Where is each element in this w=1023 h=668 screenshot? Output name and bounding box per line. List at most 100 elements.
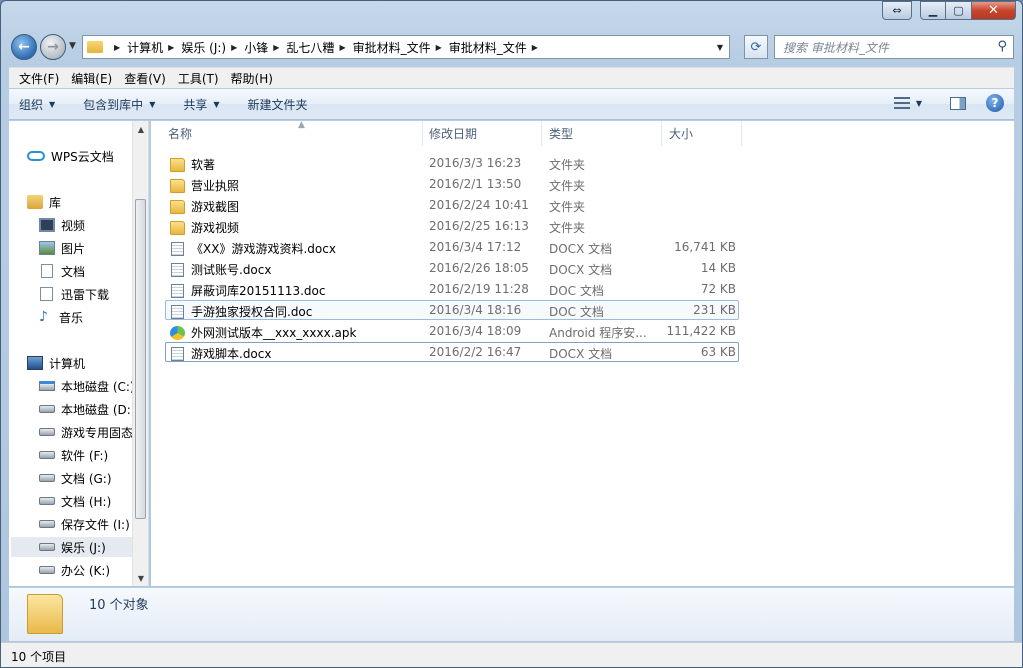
file-row[interactable]: 《XX》游戏游戏资料.docx 2016/3/4 17:12 DOCX 文档 1… xyxy=(165,237,739,257)
breadcrumb-current[interactable]: 审批材料_文件 xyxy=(449,39,527,56)
menu-file[interactable]: 文件(F) xyxy=(13,70,65,87)
recent-pages-dropdown[interactable]: ▼ xyxy=(69,41,79,51)
file-type: DOCX 文档 xyxy=(549,263,613,277)
menu-view[interactable]: 查看(V) xyxy=(118,70,172,87)
help-icon[interactable]: ? xyxy=(986,94,1004,112)
column-header-date[interactable]: 修改日期 xyxy=(422,121,542,146)
file-date: 2016/3/3 16:23 xyxy=(429,156,522,170)
nav-label: 计算机 xyxy=(49,356,86,371)
nav-item-music[interactable]: ♪ 音乐 xyxy=(39,307,132,327)
refresh-button[interactable]: ⟳ xyxy=(744,35,768,59)
nav-item-drive-f[interactable]: 软件 (F:) xyxy=(39,445,132,465)
file-row[interactable]: 游戏视频 2016/2/25 16:13 文件夹 xyxy=(165,216,739,236)
file-row[interactable]: 营业执照 2016/2/1 13:50 文件夹 xyxy=(165,174,739,194)
breadcrumb-computer[interactable]: 计算机 xyxy=(127,39,163,56)
command-bar: 组织 ▼ 包含到库中 ▼ 共享 ▼ 新建文件夹 ▼ ? xyxy=(9,89,1014,120)
column-header-type[interactable]: 类型 xyxy=(542,121,662,146)
minimize-button[interactable]: ▁ xyxy=(920,1,946,20)
menu-tools[interactable]: 工具(T) xyxy=(172,70,225,87)
back-button[interactable]: ← xyxy=(11,34,37,60)
view-dropdown-icon[interactable]: ▼ xyxy=(916,99,922,108)
drive-icon xyxy=(39,428,55,436)
organize-button[interactable]: 组织 ▼ xyxy=(19,96,55,113)
include-library-button[interactable]: 包含到库中 ▼ xyxy=(83,96,155,113)
nav-item-pictures[interactable]: 图片 xyxy=(39,238,132,258)
file-row[interactable]: 游戏截图 2016/2/24 10:41 文件夹 xyxy=(165,195,739,215)
folder-icon xyxy=(170,199,185,214)
drive-icon xyxy=(39,405,55,413)
doc-icon xyxy=(171,304,184,319)
library-icon xyxy=(27,195,43,209)
file-date: 2016/3/4 18:09 xyxy=(429,324,522,338)
nav-item-libraries[interactable]: 库 xyxy=(27,192,132,212)
nav-label: 库 xyxy=(49,195,62,210)
folder-icon xyxy=(170,178,185,193)
nav-item-documents[interactable]: 文档 xyxy=(39,261,132,281)
nav-item-drive-c[interactable]: 本地磁盘 (C:) xyxy=(39,376,132,396)
chevron-right-icon[interactable]: ▶ xyxy=(532,43,538,52)
search-icon[interactable]: ⚲ xyxy=(997,39,1007,54)
chevron-right-icon[interactable]: ▶ xyxy=(339,43,345,52)
chevron-right-icon[interactable]: ▶ xyxy=(114,43,120,52)
nav-item-drive-i[interactable]: 保存文件 (I:) xyxy=(39,514,132,534)
scroll-up-icon[interactable]: ▲ xyxy=(133,121,148,137)
file-row[interactable]: 软著 2016/3/3 16:23 文件夹 xyxy=(165,153,739,173)
maximize-button[interactable]: ▢ xyxy=(946,1,972,20)
file-date: 2016/2/24 10:41 xyxy=(429,198,529,212)
breadcrumb-misc[interactable]: 乱七八糟 xyxy=(286,39,334,56)
chevron-right-icon[interactable]: ▶ xyxy=(231,43,237,52)
breadcrumb-drive[interactable]: 娱乐 (J:) xyxy=(181,39,226,56)
file-row[interactable]: 测试账号.docx 2016/2/26 18:05 DOCX 文档 14 KB xyxy=(165,258,739,278)
address-bar[interactable]: ▶ 计算机 ▶ 娱乐 (J:) ▶ 小锋 ▶ 乱七八糟 ▶ 审批材料_文件 ▶ 审批材料_文… xyxy=(82,35,730,59)
nav-item-drive-e[interactable]: 游戏专用固态 xyxy=(39,422,132,442)
address-dropdown-icon[interactable]: ▼ xyxy=(711,36,729,58)
nav-item-video[interactable]: 视频 xyxy=(39,215,132,235)
file-name: 游戏脚本.docx xyxy=(191,347,272,361)
nav-scrollbar[interactable]: ▲ ▼ xyxy=(132,121,148,586)
forward-button[interactable]: → xyxy=(40,34,66,60)
nav-item-computer[interactable]: 计算机 xyxy=(27,353,132,373)
nav-item-drive-k[interactable]: 办公 (K:) xyxy=(39,560,132,580)
share-button[interactable]: 共享 ▼ xyxy=(183,96,219,113)
address-row: ← → ▼ ▶ 计算机 ▶ 娱乐 (J:) ▶ 小锋 ▶ 乱七八糟 ▶ 审批材料_文件 ▶… xyxy=(9,32,1014,62)
file-size: 16,741 KB xyxy=(674,240,736,254)
file-type: DOCX 文档 xyxy=(549,347,613,361)
column-header-name[interactable]: 名称 ▲ xyxy=(161,120,423,146)
column-header-size[interactable]: 大小 xyxy=(662,121,742,146)
chevron-right-icon[interactable]: ▶ xyxy=(436,43,442,52)
column-label: 大小 xyxy=(669,127,694,141)
file-type: 文件夹 xyxy=(549,200,586,214)
preview-pane-icon[interactable] xyxy=(950,96,966,110)
column-label: 修改日期 xyxy=(429,127,478,141)
view-options-icon[interactable] xyxy=(893,97,910,109)
breadcrumb-user[interactable]: 小锋 xyxy=(244,39,268,56)
nav-item-drive-h[interactable]: 文档 (H:) xyxy=(39,491,132,511)
breadcrumb-folder[interactable]: 审批材料_文件 xyxy=(353,39,431,56)
file-row-hovered[interactable]: 手游独家授权合同.doc 2016/3/4 18:16 DOC 文档 231 K… xyxy=(165,300,739,320)
menu-edit[interactable]: 编辑(E) xyxy=(65,70,118,87)
status-bar: 10 个项目 xyxy=(1,642,1022,667)
chevron-right-icon[interactable]: ▶ xyxy=(273,43,279,52)
menu-help[interactable]: 帮助(H) xyxy=(225,70,279,87)
docx-icon xyxy=(171,346,184,361)
nav-item-drive-j[interactable]: 娱乐 (J:) xyxy=(11,537,132,557)
video-icon xyxy=(39,218,55,232)
new-folder-button[interactable]: 新建文件夹 xyxy=(248,96,308,113)
nav-item-wps-cloud[interactable]: WPS云文档 xyxy=(27,146,132,166)
chevron-right-icon[interactable]: ▶ xyxy=(168,43,174,52)
scroll-down-icon[interactable]: ▼ xyxy=(133,570,148,586)
file-row[interactable]: 外网测试版本__xxx_xxxx.apk 2016/3/4 18:09 Andr… xyxy=(165,321,739,341)
search-input[interactable]: 搜索 审批材料_文件 ⚲ xyxy=(774,35,1014,59)
folder-icon xyxy=(87,41,103,53)
nav-item-xunlei[interactable]: 迅雷下载 xyxy=(39,284,132,304)
close-button[interactable]: ✕ xyxy=(972,1,1016,20)
file-type: DOC 文档 xyxy=(549,284,604,298)
download-icon xyxy=(40,287,53,301)
nav-item-drive-d[interactable]: 本地磁盘 (D:) xyxy=(39,399,132,419)
file-row-focused[interactable]: 游戏脚本.docx 2016/2/2 16:47 DOCX 文档 63 KB xyxy=(165,342,739,362)
nav-item-drive-g[interactable]: 文档 (G:) xyxy=(39,468,132,488)
file-row[interactable]: 屏蔽词库20151113.doc 2016/2/19 11:28 DOC 文档 … xyxy=(165,279,739,299)
resize-icon[interactable]: ⇔ xyxy=(882,1,912,20)
chevron-down-icon: ▼ xyxy=(213,99,220,109)
scroll-thumb[interactable] xyxy=(135,199,146,519)
